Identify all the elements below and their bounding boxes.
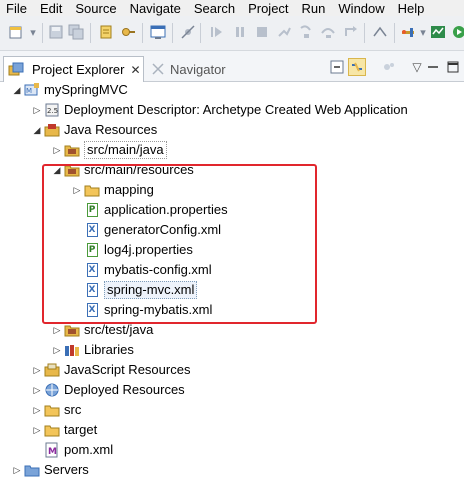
- tree-item-target[interactable]: ▷ target: [32, 420, 98, 440]
- minimize-icon[interactable]: [424, 58, 442, 76]
- tree-item-label: Deployed Resources: [64, 382, 185, 397]
- tree-item-label: Java Resources: [64, 122, 158, 137]
- new-dropdown-icon[interactable]: ▾: [28, 24, 38, 40]
- build-icon[interactable]: [98, 24, 114, 40]
- view-tab-bar: Project Explorer ✕ Navigator ▽: [0, 51, 464, 82]
- menu-file[interactable]: File: [0, 1, 32, 16]
- svg-text:2.5: 2.5: [47, 107, 58, 115]
- collapsed-arrow-icon[interactable]: ▷: [32, 100, 42, 120]
- project-tree: ◢ M mySpringMVC ▷ 2.5 Deployment Descrip…: [0, 82, 464, 484]
- menu-bar: File Edit Source Navigate Search Project…: [0, 0, 464, 16]
- collapsed-arrow-icon[interactable]: ▷: [32, 360, 42, 380]
- source-folder-icon: [64, 322, 80, 338]
- tree-item-javascript-resources[interactable]: ▷ JavaScript Resources: [32, 360, 191, 380]
- tree-item-src-main-java[interactable]: ▷ src/main/java: [52, 140, 167, 160]
- tree-item-pom[interactable]: M pom.xml: [44, 440, 113, 460]
- step-over-icon[interactable]: [320, 24, 336, 40]
- tab-navigator-label: Navigator: [170, 61, 226, 77]
- tree-item-label: Servers: [44, 462, 89, 477]
- java-resources-icon: [44, 122, 60, 138]
- disconnect-icon[interactable]: [276, 24, 292, 40]
- tree-item-label: Libraries: [84, 342, 134, 357]
- step-return-icon[interactable]: [342, 24, 358, 40]
- expanded-arrow-icon[interactable]: ◢: [32, 120, 42, 140]
- new-icon[interactable]: [8, 24, 24, 40]
- tree-item-java-resources[interactable]: ◢ Java Resources: [32, 120, 158, 140]
- menu-source[interactable]: Source: [70, 1, 121, 16]
- navigator-icon: [150, 61, 166, 77]
- collapsed-arrow-icon[interactable]: ▷: [32, 380, 42, 400]
- tree-item-label: src/main/java: [84, 141, 167, 159]
- source-folder-icon: [64, 142, 80, 158]
- tree-item-src[interactable]: ▷ src: [32, 400, 82, 420]
- tab-navigator[interactable]: Navigator: [150, 56, 226, 82]
- terminate-icon[interactable]: [254, 24, 270, 40]
- menu-edit[interactable]: Edit: [35, 1, 67, 16]
- tree-item-label: Deployment Descriptor: Archetype Created…: [64, 102, 408, 117]
- maven-pom-icon: M: [44, 442, 60, 458]
- focus-icon[interactable]: [380, 58, 398, 76]
- maximize-icon[interactable]: [444, 58, 462, 76]
- save-all-icon[interactable]: [68, 24, 84, 40]
- link-with-editor-icon[interactable]: [348, 58, 366, 76]
- close-icon[interactable]: ✕: [130, 63, 140, 77]
- collapsed-arrow-icon[interactable]: ▷: [52, 340, 62, 360]
- tree-item-project[interactable]: ◢ M mySpringMVC: [12, 80, 128, 100]
- save-icon[interactable]: [48, 24, 64, 40]
- tree-item-deployed-resources[interactable]: ▷ Deployed Resources: [32, 380, 185, 400]
- run-icon[interactable]: [450, 24, 464, 40]
- project-explorer-icon: [8, 62, 24, 78]
- skip-breakpoints-icon[interactable]: [180, 24, 196, 40]
- collapsed-arrow-icon[interactable]: ▷: [32, 420, 42, 440]
- key-icon[interactable]: [120, 24, 136, 40]
- svg-text:M: M: [48, 447, 57, 457]
- tab-project-explorer[interactable]: Project Explorer ✕: [3, 56, 144, 82]
- folder-icon: [44, 402, 60, 418]
- suspend-icon[interactable]: [232, 24, 248, 40]
- libraries-icon: [64, 342, 80, 358]
- servers-folder-icon: [24, 462, 40, 478]
- menu-help[interactable]: Help: [393, 1, 430, 16]
- folder-icon: [44, 422, 60, 438]
- console-icon[interactable]: [150, 24, 166, 40]
- step-into-icon[interactable]: [298, 24, 314, 40]
- menu-window[interactable]: Window: [333, 1, 389, 16]
- main-toolbar: ▾ ▾: [0, 16, 464, 51]
- menu-navigate[interactable]: Navigate: [125, 1, 186, 16]
- expanded-arrow-icon[interactable]: ◢: [12, 80, 22, 100]
- menu-project[interactable]: Project: [243, 1, 293, 16]
- collapsed-arrow-icon[interactable]: ▷: [12, 460, 22, 480]
- deployment-descriptor-icon: 2.5: [44, 102, 60, 118]
- tree-item-label: pom.xml: [64, 442, 114, 457]
- tree-item-label: target: [64, 422, 98, 437]
- tree-item-label: JavaScript Resources: [64, 362, 191, 377]
- tree-item-label: mySpringMVC: [44, 82, 128, 97]
- external-tools-dropdown-icon[interactable]: ▾: [418, 24, 428, 40]
- collapse-all-icon[interactable]: [328, 58, 346, 76]
- tree-item-libraries[interactable]: ▷ Libraries: [52, 340, 134, 360]
- tree-item-label: src: [64, 402, 82, 417]
- highlight-box: [42, 164, 317, 324]
- svg-text:M: M: [26, 87, 32, 95]
- drop-to-frame-icon[interactable]: [372, 24, 388, 40]
- tree-item-deployment-descriptor[interactable]: ▷ 2.5 Deployment Descriptor: Archetype C…: [32, 100, 408, 120]
- tree-item-servers[interactable]: ▷ Servers: [12, 460, 89, 480]
- javascript-resources-icon: [44, 362, 60, 378]
- menu-search[interactable]: Search: [189, 1, 240, 16]
- tab-project-explorer-label: Project Explorer: [32, 62, 125, 77]
- monitor-icon[interactable]: [430, 24, 446, 40]
- menu-run[interactable]: Run: [297, 1, 331, 16]
- deployed-resources-icon: [44, 382, 60, 398]
- resume-icon[interactable]: [208, 24, 224, 40]
- web-project-icon: M: [24, 82, 40, 98]
- collapsed-arrow-icon[interactable]: ▷: [32, 400, 42, 420]
- collapsed-arrow-icon[interactable]: ▷: [52, 140, 62, 160]
- external-tools-icon[interactable]: [400, 24, 416, 40]
